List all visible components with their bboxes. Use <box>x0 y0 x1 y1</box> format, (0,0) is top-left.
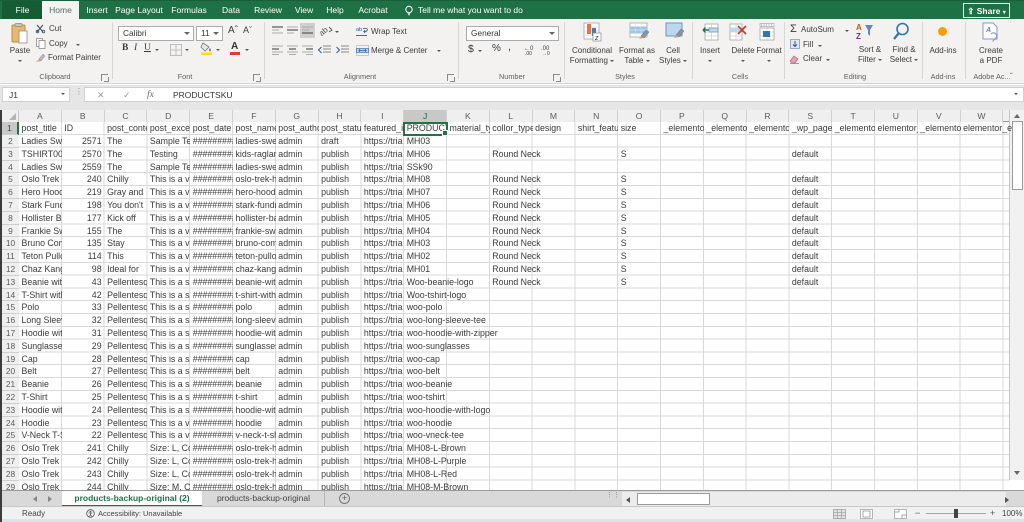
svg-text:z: z <box>594 35 599 42</box>
svg-text:ab: ab <box>317 25 330 38</box>
svg-text:→0: →0 <box>542 51 550 57</box>
svg-text:Z: Z <box>856 32 861 41</box>
svg-text:A: A <box>985 27 991 34</box>
svg-text:ab: ab <box>356 27 362 33</box>
svg-text:.00: .00 <box>525 51 532 57</box>
svg-text:A: A <box>856 23 862 32</box>
